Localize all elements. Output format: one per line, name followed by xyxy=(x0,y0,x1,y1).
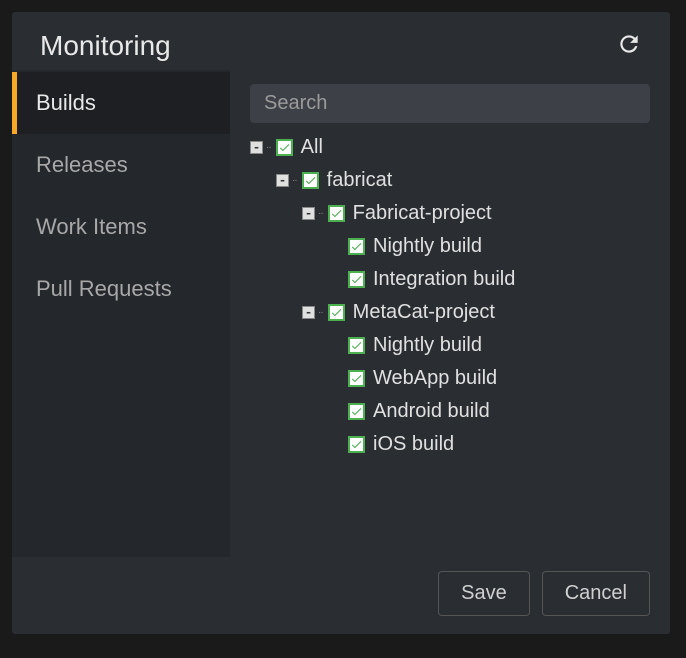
tree-node: -·· fabricat xyxy=(250,164,650,197)
save-button[interactable]: Save xyxy=(438,571,530,616)
sidebar-item-pull-requests[interactable]: Pull Requests xyxy=(12,258,230,320)
tree-node: -·· MetaCat-project xyxy=(250,296,650,329)
tree-node-label[interactable]: Nightly build xyxy=(373,334,482,357)
tree-node-label[interactable]: MetaCat-project xyxy=(353,301,495,324)
tree-checkbox[interactable] xyxy=(348,337,365,354)
tree-checkbox[interactable] xyxy=(348,403,365,420)
tree-node: -·· All xyxy=(250,131,650,164)
collapse-icon[interactable]: - xyxy=(302,306,315,319)
tree-connector: ·· xyxy=(266,142,271,153)
sidebar-item-work-items[interactable]: Work Items xyxy=(12,196,230,258)
tree-node: Integration build xyxy=(250,263,650,296)
tree-node-label[interactable]: All xyxy=(301,136,323,159)
tree-node: WebApp build xyxy=(250,362,650,395)
tree-checkbox[interactable] xyxy=(302,172,319,189)
panel-body: BuildsReleasesWork ItemsPull Requests -·… xyxy=(12,70,670,557)
tree-node-label[interactable]: Nightly build xyxy=(373,235,482,258)
tree-node-label[interactable]: Android build xyxy=(373,400,490,423)
tree-connector: ·· xyxy=(318,208,323,219)
tree-checkbox[interactable] xyxy=(348,436,365,453)
tree-node-label[interactable]: fabricat xyxy=(327,169,393,192)
cancel-button[interactable]: Cancel xyxy=(542,571,650,616)
tree-node-label[interactable]: iOS build xyxy=(373,433,454,456)
tree-checkbox[interactable] xyxy=(348,271,365,288)
tree-connector: ·· xyxy=(318,307,323,318)
page-title: Monitoring xyxy=(40,30,171,62)
collapse-icon[interactable]: - xyxy=(250,141,263,154)
panel-header: Monitoring xyxy=(12,12,670,70)
tree-checkbox[interactable] xyxy=(348,370,365,387)
sidebar-item-releases[interactable]: Releases xyxy=(12,134,230,196)
search-input[interactable] xyxy=(250,84,650,123)
tree-connector: ·· xyxy=(292,175,297,186)
tree-checkbox[interactable] xyxy=(276,139,293,156)
tree-checkbox[interactable] xyxy=(328,205,345,222)
panel-footer: Save Cancel xyxy=(12,557,670,634)
monitoring-panel: Monitoring BuildsReleasesWork ItemsPull … xyxy=(12,12,670,634)
tree-node-label[interactable]: WebApp build xyxy=(373,367,497,390)
tree-node: Nightly build xyxy=(250,230,650,263)
main-content: -··All-··fabricat-··Fabricat-projectNigh… xyxy=(230,70,670,557)
sidebar: BuildsReleasesWork ItemsPull Requests xyxy=(12,70,230,557)
tree-node-label[interactable]: Fabricat-project xyxy=(353,202,492,225)
tree-checkbox[interactable] xyxy=(348,238,365,255)
sidebar-item-builds[interactable]: Builds xyxy=(12,72,230,134)
refresh-icon[interactable] xyxy=(616,31,642,62)
tree-node: -·· Fabricat-project xyxy=(250,197,650,230)
tree-checkbox[interactable] xyxy=(328,304,345,321)
build-tree: -··All-··fabricat-··Fabricat-projectNigh… xyxy=(250,131,650,461)
collapse-icon[interactable]: - xyxy=(276,174,289,187)
tree-node: Nightly build xyxy=(250,329,650,362)
collapse-icon[interactable]: - xyxy=(302,207,315,220)
tree-node: Android build xyxy=(250,395,650,428)
tree-node-label[interactable]: Integration build xyxy=(373,268,515,291)
tree-node: iOS build xyxy=(250,428,650,461)
